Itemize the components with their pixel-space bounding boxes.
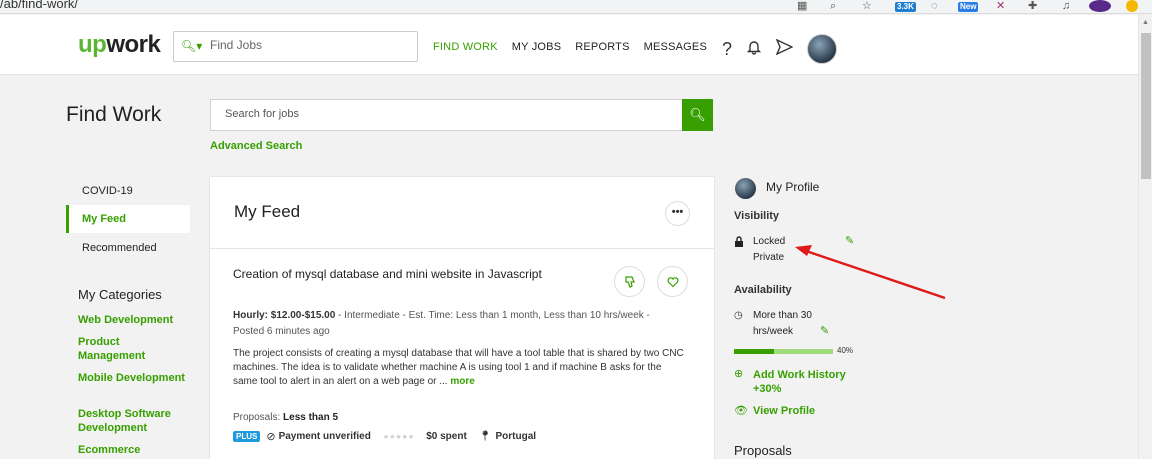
my-profile-title[interactable]: My Profile xyxy=(766,180,819,194)
category-ecommerce[interactable]: Ecommerce xyxy=(78,443,188,457)
music-icon[interactable]: ♫ xyxy=(1062,0,1070,13)
extension-badge[interactable]: 3.3K xyxy=(895,2,916,12)
visibility-status: Locked Private xyxy=(753,236,786,263)
dislike-job-button[interactable] xyxy=(614,266,645,297)
nav-search-box[interactable]: 🔍︎▾ xyxy=(173,31,418,62)
profile-progress-bar xyxy=(734,349,833,354)
puzzle-icon[interactable]: ✚ xyxy=(1028,0,1037,13)
sidebar-item-my-feed[interactable]: My Feed xyxy=(66,205,190,233)
client-spent: $0 spent xyxy=(426,431,467,442)
view-profile-link[interactable]: View Profile xyxy=(753,404,815,418)
nav-reports[interactable]: REPORTS xyxy=(575,41,629,53)
profile-progress-text: 40% xyxy=(837,346,854,355)
my-categories-heading: My Categories xyxy=(78,287,162,302)
plus-badge: PLUS xyxy=(233,431,261,442)
category-desktop-software[interactable]: Desktop Software Development xyxy=(78,407,188,435)
zoom-icon[interactable]: ⌕ xyxy=(830,0,836,13)
scrollbar-thumb[interactable] xyxy=(1141,33,1151,179)
address-bar-url[interactable]: /ab/find-work/ xyxy=(0,0,78,11)
check-circle-icon: ⊘ xyxy=(266,431,276,443)
profile-progress-fill xyxy=(734,349,774,354)
chat-extension-icon[interactable]: ◌ xyxy=(931,0,938,13)
payment-status: Payment unverified xyxy=(278,431,371,442)
star-icon[interactable]: ☆ xyxy=(862,0,872,13)
page-title: Find Work xyxy=(66,103,162,126)
add-circle-icon[interactable]: ⊕ xyxy=(734,367,743,380)
search-button[interactable]: 🔍︎ xyxy=(682,99,713,131)
feed-header: My Feed ••• xyxy=(210,177,714,249)
category-web-development[interactable]: Web Development xyxy=(78,313,188,327)
top-navigation: upwork 🔍︎▾ FIND WORK MY JOBS REPORTS MES… xyxy=(0,15,1138,75)
job-description: The project consists of creating a mysql… xyxy=(233,348,684,387)
sidebar-item-covid[interactable]: COVID-19 xyxy=(66,177,190,205)
help-icon[interactable]: ? xyxy=(722,39,732,60)
scroll-up-arrow-icon[interactable]: ▲ xyxy=(1142,19,1149,26)
save-job-button[interactable] xyxy=(657,266,688,297)
heart-icon xyxy=(666,276,679,287)
advanced-search-link[interactable]: Advanced Search xyxy=(210,140,302,152)
browser-toolbar: /ab/find-work/ ▦ ⌕ ☆ 3.3K ◌ New ✕ ✚ ♫ xyxy=(0,0,1152,14)
send-icon[interactable] xyxy=(775,38,794,60)
edit-availability-pencil-icon[interactable]: ✎ xyxy=(820,324,829,337)
upwork-logo[interactable]: upwork xyxy=(78,31,161,59)
category-mobile-development[interactable]: Mobile Development xyxy=(78,371,188,385)
job-proposals: Proposals: Less than 5 xyxy=(233,412,339,423)
extension-icon[interactable]: ✕ xyxy=(996,0,1005,13)
main-nav: FIND WORK MY JOBS REPORTS MESSAGES xyxy=(433,41,707,53)
job-rate: Hourly: $12.00-$15.00 xyxy=(233,310,336,321)
job-meta: Hourly: $12.00-$15.00 - Intermediate - E… xyxy=(233,308,663,340)
new-extension-badge[interactable]: New xyxy=(958,2,979,12)
nav-icons: ? xyxy=(722,34,838,64)
profile-avatar-icon[interactable] xyxy=(1089,0,1111,12)
sidebar-item-recommended[interactable]: Recommended xyxy=(66,234,190,262)
visibility-label: Visibility xyxy=(734,210,780,222)
update-icon[interactable] xyxy=(1126,0,1138,12)
lock-icon xyxy=(734,236,744,250)
find-jobs-input[interactable] xyxy=(210,38,410,52)
bell-icon[interactable] xyxy=(746,39,762,60)
rating-stars: ★★★★★ xyxy=(382,433,415,441)
job-title[interactable]: Creation of mysql database and mini webs… xyxy=(233,267,542,281)
vertical-scrollbar[interactable]: ▲ xyxy=(1138,15,1152,459)
availability-status: More than 30 hrs/week xyxy=(753,310,812,337)
search-jobs-input[interactable] xyxy=(225,108,675,120)
job-footer: PLUS ⊘ Payment unverified ★★★★★ $0 spent… xyxy=(233,430,536,443)
edit-visibility-pencil-icon[interactable]: ✎ xyxy=(845,234,854,247)
thumbs-down-icon xyxy=(624,275,635,288)
add-work-history-link[interactable]: Add Work History +30% xyxy=(753,368,846,396)
client-location: Portugal xyxy=(495,431,537,442)
location-icon: 📍︎ xyxy=(478,431,492,442)
search-icon[interactable]: 🔍︎▾ xyxy=(181,39,202,53)
availability-label: Availability xyxy=(734,284,792,296)
category-product-management[interactable]: Product Management xyxy=(78,335,188,363)
nav-messages[interactable]: MESSAGES xyxy=(644,41,707,53)
profile-avatar[interactable] xyxy=(735,178,756,199)
user-avatar[interactable] xyxy=(807,34,838,64)
clock-icon: ◷ xyxy=(734,310,743,321)
feed-card: My Feed ••• Creation of mysql database a… xyxy=(210,177,714,459)
feed-title: My Feed xyxy=(234,202,301,221)
more-link[interactable]: more xyxy=(450,376,474,387)
nav-find-work[interactable]: FIND WORK xyxy=(433,41,498,53)
proposals-heading: Proposals xyxy=(734,443,792,458)
more-options-button[interactable]: ••• xyxy=(665,201,690,226)
job-search-box[interactable]: 🔍︎ xyxy=(210,99,713,131)
eye-icon[interactable]: 👁︎ xyxy=(734,404,748,417)
nav-my-jobs[interactable]: MY JOBS xyxy=(512,41,562,53)
translate-icon[interactable]: ▦ xyxy=(797,0,807,13)
ellipsis-icon: ••• xyxy=(671,206,684,218)
search-icon: 🔍︎ xyxy=(689,107,706,122)
